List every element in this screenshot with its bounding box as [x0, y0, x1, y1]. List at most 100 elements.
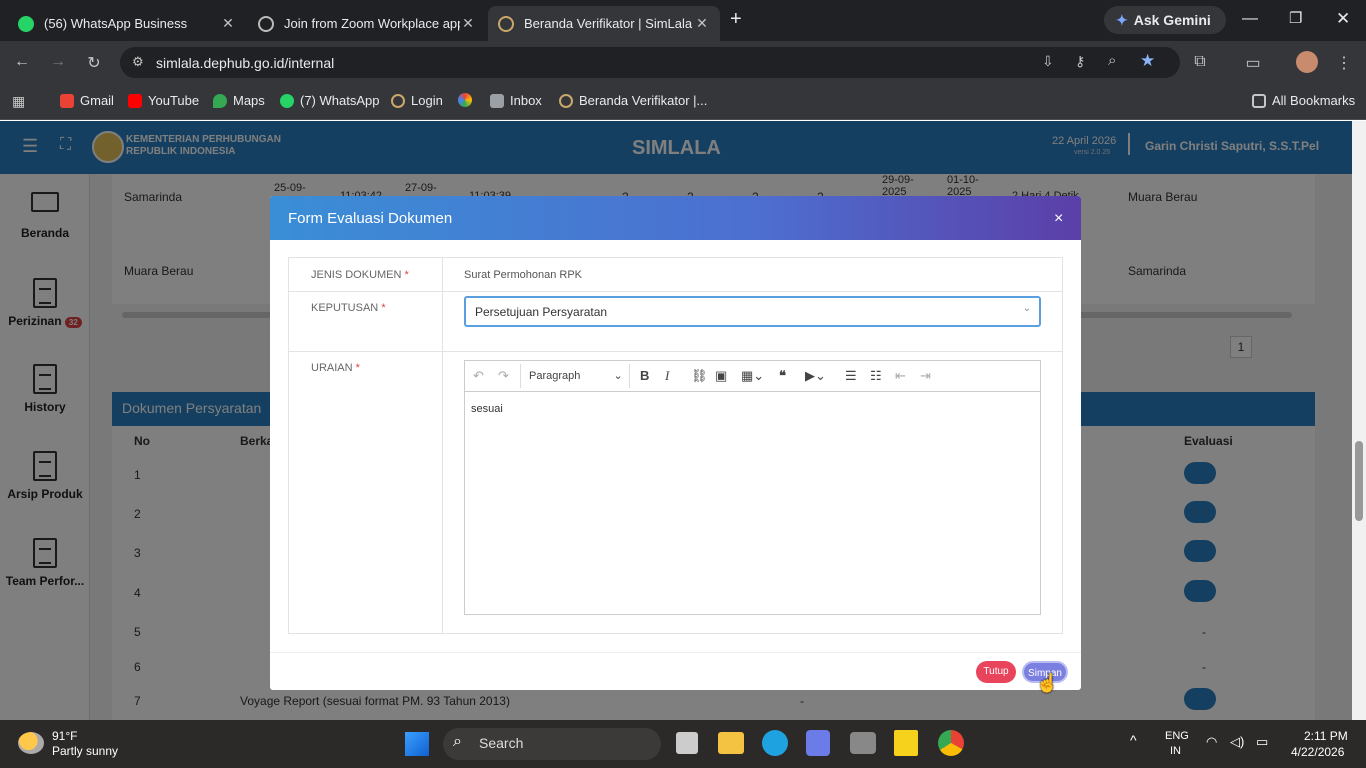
whatsapp-icon	[280, 93, 294, 108]
bookmark-gmail[interactable]: Gmail	[60, 93, 114, 108]
bookmark-label: Inbox	[510, 93, 542, 108]
battery-icon[interactable]: ▭	[1256, 734, 1268, 750]
globe-icon	[258, 15, 274, 32]
tab-simlala[interactable]: Beranda Verifikator | SimLala ✕	[488, 6, 720, 41]
camera-icon[interactable]	[850, 732, 876, 754]
form-evaluasi-dialog: Form Evaluasi Dokumen × JENIS DOKUMEN * …	[270, 196, 1081, 690]
outdent-icon[interactable]: ⇤	[895, 368, 906, 384]
editor-text: sesuai	[471, 403, 503, 415]
bookmarks-bar: ▦ Gmail YouTube Maps (7) WhatsApp Login …	[0, 84, 1366, 120]
uraian-label: URAIAN *	[311, 362, 360, 374]
page-scrollbar[interactable]	[1352, 121, 1366, 720]
address-bar[interactable]: ⚙ simlala.dephub.go.id/internal ⇩ ⚷ ⌕ ★	[120, 47, 1180, 78]
image-icon[interactable]: ▣	[715, 368, 727, 384]
blockquote-icon[interactable]: ❝	[779, 368, 786, 384]
paragraph-dropdown[interactable]: Paragraph ⌄	[529, 369, 623, 382]
volume-icon[interactable]: ◁)	[1230, 734, 1244, 750]
bookmark-label: (7) WhatsApp	[300, 93, 380, 108]
windows-start-icon[interactable]	[405, 732, 429, 756]
apps-grid-icon[interactable]: ▦	[12, 93, 25, 110]
editor-content[interactable]: sesuai	[465, 393, 1040, 614]
close-window-icon[interactable]: ✕	[1336, 9, 1350, 29]
minimize-icon[interactable]: —	[1242, 10, 1258, 28]
bookmark-youtube[interactable]: YouTube	[128, 93, 199, 108]
url-text: simlala.dephub.go.id/internal	[156, 54, 335, 71]
new-tab-button[interactable]: +	[730, 8, 742, 31]
sticky-notes-icon[interactable]	[894, 730, 918, 756]
whatsapp-icon	[18, 15, 34, 32]
edge-icon[interactable]	[762, 730, 788, 756]
all-bookmarks[interactable]: All Bookmarks	[1252, 93, 1355, 108]
install-icon[interactable]: ⇩	[1042, 53, 1054, 70]
site-info-icon[interactable]: ⚙	[132, 54, 144, 70]
modal-title: Form Evaluasi Dokumen	[288, 210, 453, 227]
pinwheel-icon	[458, 93, 472, 107]
ask-gemini-label: Ask Gemini	[1133, 12, 1211, 28]
italic-icon[interactable]: I	[665, 368, 669, 384]
close-icon[interactable]: ✕	[220, 15, 236, 32]
ask-gemini-button[interactable]: ✦ Ask Gemini	[1104, 6, 1226, 34]
weather-temp: 91°F	[52, 729, 78, 743]
close-icon[interactable]: ✕	[460, 15, 476, 32]
jenis-dokumen-label: JENIS DOKUMEN *	[311, 269, 409, 281]
zoom-icon[interactable]: ⌕	[1108, 52, 1116, 69]
jenis-dokumen-value: Surat Permohonan RPK	[464, 269, 583, 281]
bookmark-login[interactable]: Login	[391, 93, 443, 108]
menu-icon[interactable]: ⋮	[1332, 53, 1356, 73]
simlala-icon	[498, 15, 514, 32]
extensions-icon[interactable]: ⧉	[1188, 53, 1212, 71]
bold-icon[interactable]: B	[640, 368, 649, 383]
tab-title: Join from Zoom Workplace app	[284, 16, 460, 31]
tab-whatsapp[interactable]: (56) WhatsApp Business ✕	[8, 6, 246, 41]
tutup-button[interactable]: Tutup	[976, 661, 1016, 683]
simlala-icon	[391, 93, 405, 108]
row-jenis-dokumen: JENIS DOKUMEN * Surat Permohonan RPK	[288, 257, 1063, 292]
sidepanel-icon[interactable]: ▭	[1241, 53, 1265, 73]
bookmark-inbox[interactable]: Inbox	[490, 93, 542, 108]
modal-header: Form Evaluasi Dokumen ×	[270, 196, 1081, 240]
reload-icon[interactable]: ↻	[82, 53, 106, 73]
bookmark-label: YouTube	[148, 93, 200, 108]
clock-date[interactable]: 4/22/2026	[1291, 745, 1344, 759]
maps-icon	[213, 93, 227, 108]
indent-icon[interactable]: ⇥	[920, 368, 931, 384]
restore-icon[interactable]: ❐	[1289, 9, 1302, 27]
keputusan-select[interactable]: Persetujuan Persyaratan ⌄	[464, 296, 1041, 327]
bookmark-whatsapp[interactable]: (7) WhatsApp	[280, 93, 379, 108]
keputusan-label: KEPUTUSAN *	[311, 302, 386, 314]
bookmark-star-icon[interactable]: ★	[1140, 51, 1155, 71]
task-view-icon[interactable]	[676, 732, 698, 754]
bookmark-maps[interactable]: Maps	[213, 93, 265, 108]
wifi-icon[interactable]: ◠	[1206, 734, 1217, 750]
forward-icon[interactable]: →	[46, 53, 70, 71]
table-icon[interactable]: ▦⌄	[741, 368, 764, 384]
app-icon[interactable]	[806, 730, 830, 756]
key-icon[interactable]: ⚷	[1075, 53, 1085, 70]
bookmark-label: All Bookmarks	[1272, 93, 1356, 108]
media-icon[interactable]: ▶⌄	[805, 368, 826, 384]
file-explorer-icon[interactable]	[718, 732, 744, 754]
language-region[interactable]: IN	[1170, 745, 1181, 757]
undo-icon[interactable]: ↶	[473, 368, 484, 384]
numbered-list-icon[interactable]: ☷	[870, 368, 882, 384]
close-icon[interactable]: ✕	[694, 15, 710, 32]
close-icon[interactable]: ×	[1054, 210, 1063, 228]
bullet-list-icon[interactable]: ☰	[845, 368, 857, 384]
language-code[interactable]: ENG	[1165, 730, 1189, 742]
chevron-down-icon: ⌄	[1022, 303, 1031, 314]
paragraph-label: Paragraph	[529, 370, 581, 382]
chrome-icon[interactable]	[938, 730, 964, 756]
chevron-up-icon[interactable]: ^	[1130, 732, 1137, 748]
link-icon[interactable]: ⛓	[691, 368, 708, 384]
redo-icon[interactable]: ↷	[498, 368, 509, 384]
simlala-icon	[559, 93, 573, 108]
search-box[interactable]: ⌕ Search	[443, 728, 661, 760]
folder-icon	[1252, 93, 1266, 108]
avatar[interactable]	[1296, 51, 1318, 73]
row-keputusan: KEPUTUSAN * Persetujuan Persyaratan ⌄	[288, 292, 1063, 352]
tab-zoom[interactable]: Join from Zoom Workplace app ✕	[248, 6, 486, 41]
back-icon[interactable]: ←	[10, 53, 34, 71]
clock-time[interactable]: 2:11 PM	[1304, 729, 1348, 743]
bookmark-photos[interactable]	[458, 93, 478, 107]
bookmark-beranda[interactable]: Beranda Verifikator |...	[559, 93, 707, 108]
